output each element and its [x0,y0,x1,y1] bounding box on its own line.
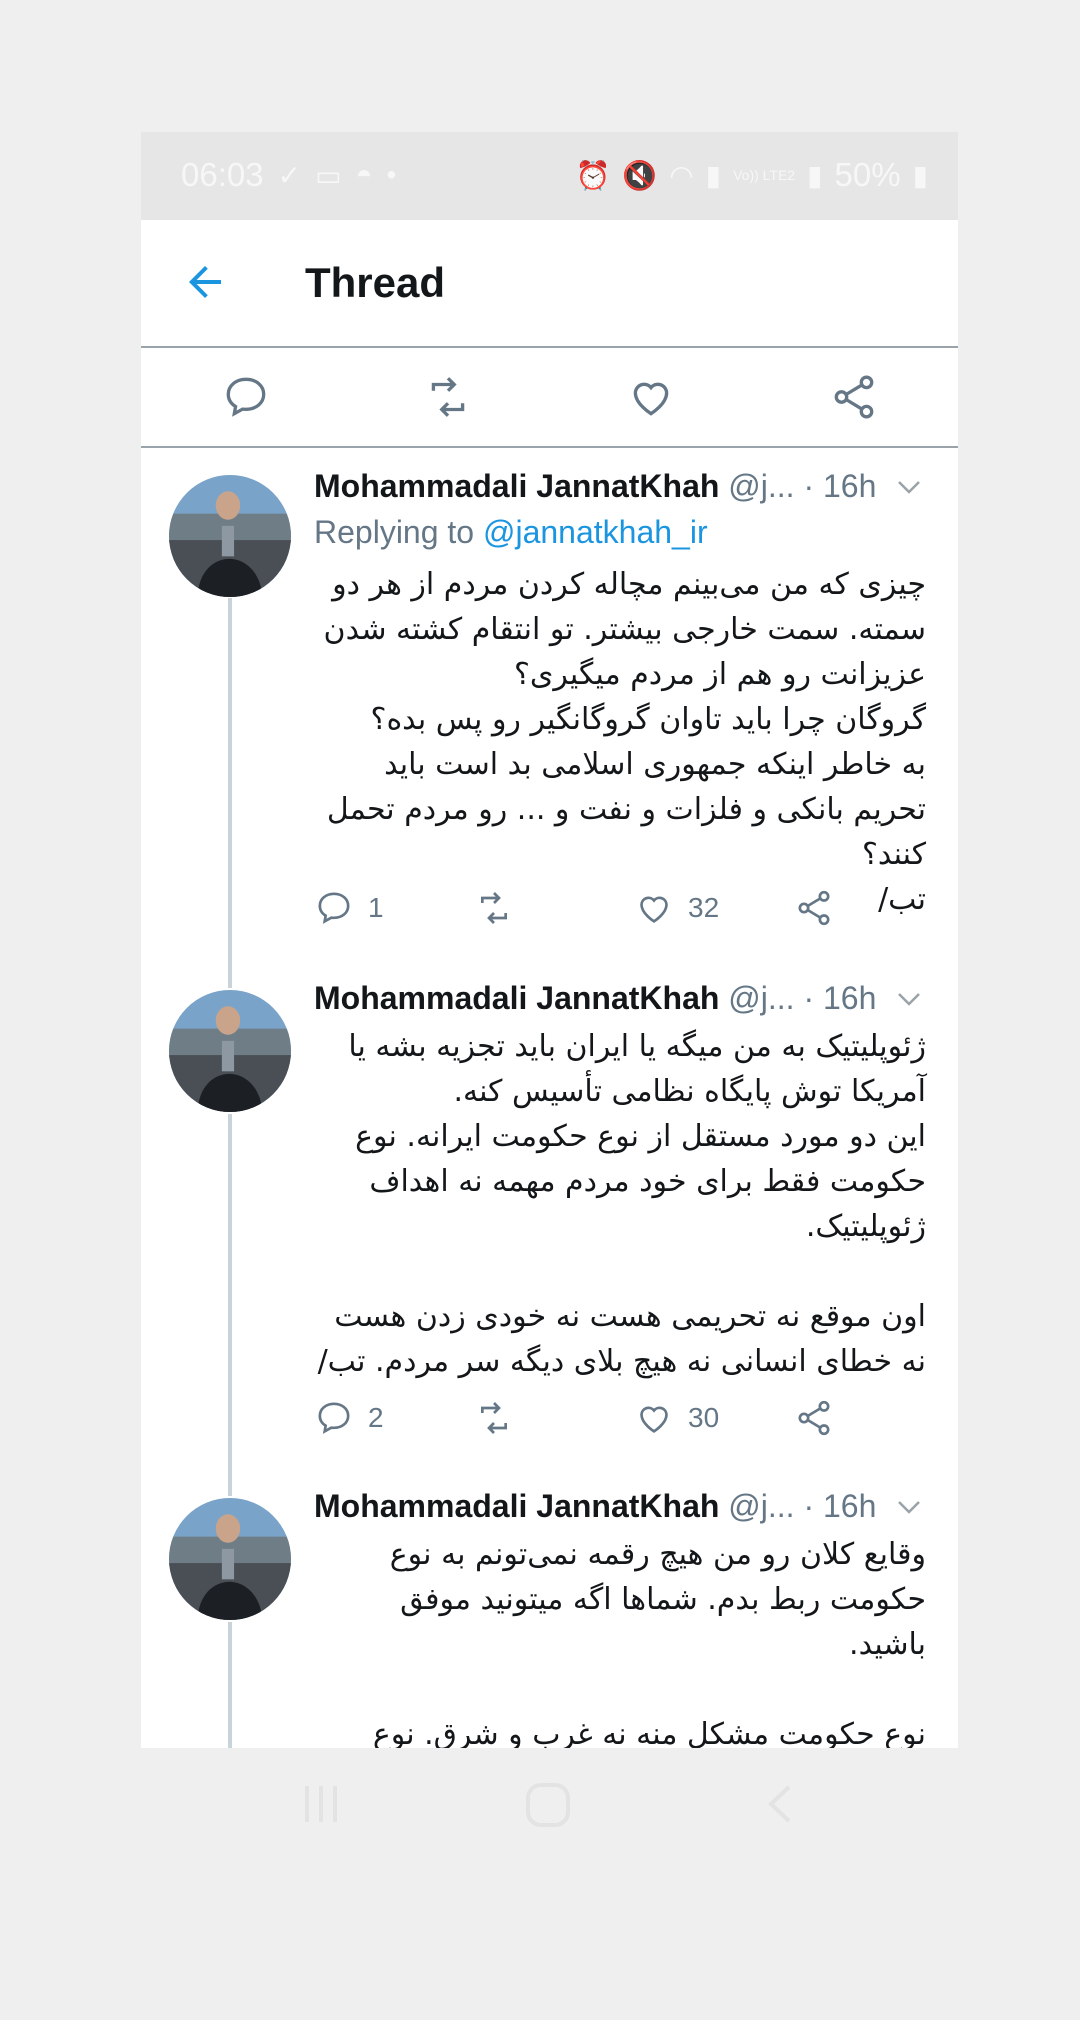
retweet-icon[interactable] [423,372,473,422]
replying-to: Replying to @jannatkhah_ir [314,514,708,551]
screen: Thread Mohammadali JannatKhah @j... · 16… [141,220,958,1748]
check-icon: ✓ [277,159,302,191]
chevron-down-icon[interactable] [894,984,924,1014]
signal-icon: ▮ [807,159,823,191]
avatar[interactable] [169,475,291,597]
action-bar [141,348,958,448]
thread: Mohammadali JannatKhah @j... · 16h Reply… [141,448,958,1748]
reply-count: 2 [368,1402,384,1433]
calendar-icon: ▭ [315,159,342,191]
thread-line [228,1476,232,1496]
thread-line [228,1114,232,1476]
tweet-text: ژئوپلیتیک به من میگه یا ایران باید تجزیه… [317,1029,926,1379]
reply-button[interactable]: 1 [314,888,384,928]
reply-button[interactable]: 2 [314,1398,384,1438]
tweet[interactable]: Mohammadali JannatKhah @j... · 16h Reply… [141,448,958,968]
page-title: Thread [305,259,446,306]
tweet-time: · 16h [803,1488,877,1524]
home-icon[interactable] [525,1782,571,1828]
signal-icon: ▮ [705,159,722,191]
chevron-down-icon[interactable] [894,1492,924,1522]
phone-frame: 06:03 ✓ ▭ ◓ • ⏰ 🔇 ◠ ▮ Vo)) LTE2 ▮ 50% ▮ … [141,132,958,1748]
tweet-text: وقایع کلان رو من هیچ رقمه نمی‌تونم به نو… [372,1537,926,1748]
wifi-icon: ◠ [669,159,694,191]
tweet-header: Mohammadali JannatKhah @j... · 16h [314,1488,924,1525]
status-time: 06:03 [181,156,264,193]
back-nav-icon[interactable] [765,1784,795,1824]
heart-icon [640,1406,668,1433]
share-icon [798,890,830,926]
battery-icon: ▮ [912,159,928,191]
tweet-header: Mohammadali JannatKhah @j... · 16h [314,980,924,1017]
author-name[interactable]: Mohammadali JannatKhah [314,468,719,504]
dot-icon: • [386,159,397,190]
avatar[interactable] [169,1498,291,1620]
tweet-text: چیزی که من می‌بینم مچاله کردن مردم از هر… [323,567,926,917]
heart-icon[interactable] [626,372,676,422]
tweet[interactable]: Mohammadali JannatKhah @j... · 16h وقایع… [141,1476,958,1748]
replying-prefix: Replying to [314,514,475,550]
like-count: 30 [688,1402,720,1433]
author-name[interactable]: Mohammadali JannatKhah [314,980,719,1016]
like-button[interactable]: 30 [634,1398,719,1438]
status-bar: 06:03 ✓ ▭ ◓ • ⏰ 🔇 ◠ ▮ Vo)) LTE2 ▮ 50% ▮ [141,132,958,220]
reply-icon [318,892,350,924]
reply-icon[interactable] [221,372,271,422]
thread-line [228,1622,232,1748]
mute-icon: 🔇 [622,159,658,191]
battery-label: 50% [834,156,901,193]
retweet-button[interactable] [474,1398,514,1438]
like-button[interactable]: 32 [634,888,719,928]
author-name[interactable]: Mohammadali JannatKhah [314,1488,719,1524]
share-icon [798,1400,830,1436]
share-button[interactable] [794,1398,834,1438]
app-bar: Thread [141,220,958,348]
tweet-actions: 2 30 [314,1398,926,1448]
author-handle[interactable]: @j... [728,468,794,504]
replying-handle[interactable]: @jannatkhah_ir [483,514,708,550]
avatar[interactable] [169,990,291,1112]
author-handle[interactable]: @j... [728,980,794,1016]
tweet-actions: 1 32 [314,888,926,938]
heart-icon [640,896,668,923]
retweet-button[interactable] [474,888,514,928]
like-count: 32 [688,892,720,923]
back-arrow-icon[interactable] [181,258,229,306]
reply-icon [318,1402,350,1434]
recent-apps-icon[interactable] [301,1784,341,1824]
retweet-icon [481,1402,507,1434]
author-handle[interactable]: @j... [728,1488,794,1524]
system-nav-bar [141,1748,958,1858]
thread-line [228,968,232,988]
network-label: Vo)) LTE2 [733,167,796,183]
share-icon[interactable] [829,372,879,422]
alarm-icon: ⏰ [575,159,611,191]
reply-count: 1 [368,892,384,923]
tweet[interactable]: Mohammadali JannatKhah @j... · 16h ژئوپل… [141,968,958,1476]
tweet-time: · 16h [803,980,877,1016]
tweet-time: · 16h [803,468,877,504]
basket-icon: ◓ [355,159,373,190]
chevron-down-icon[interactable] [894,472,924,502]
retweet-icon [481,892,507,924]
share-button[interactable] [794,888,834,928]
thread-line [228,598,232,968]
tweet-header: Mohammadali JannatKhah @j... · 16h [314,468,924,505]
